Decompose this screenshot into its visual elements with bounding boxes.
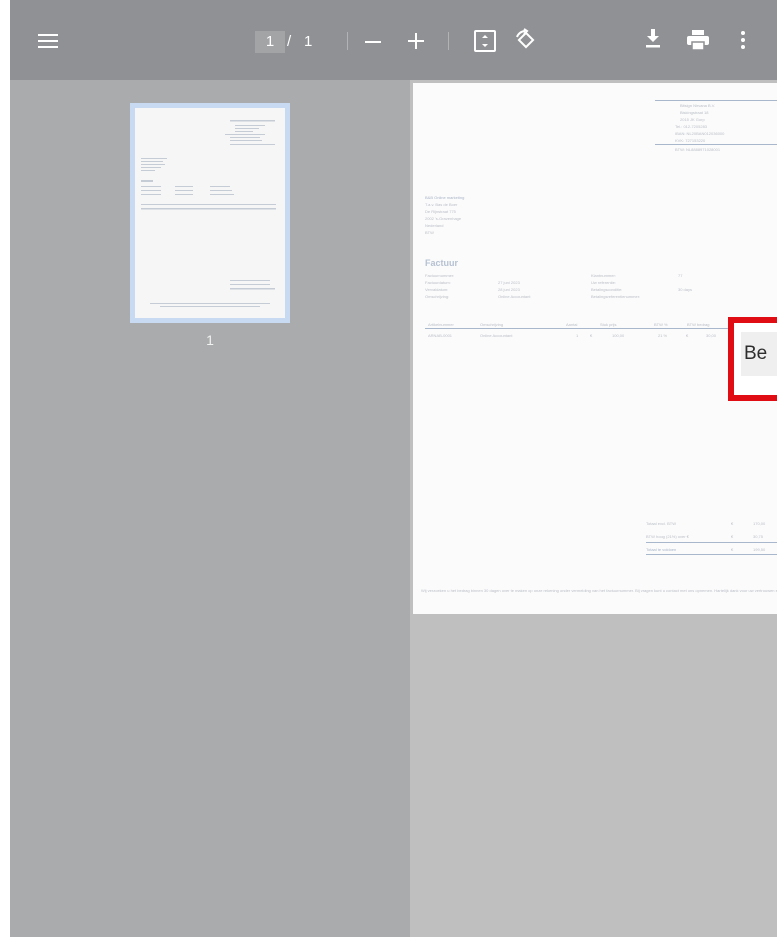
table-rule [425, 328, 731, 329]
total-label: Totaal excl. BTW [646, 521, 677, 526]
thumbnail-sidebar: 1 [10, 80, 410, 937]
company-name: Bitsign Nirvana B.V. [680, 103, 716, 108]
total-rule [646, 554, 777, 555]
total-currency: € [731, 547, 734, 552]
table-cell: € [686, 333, 689, 338]
meta-label: Betalingsconditie: [591, 287, 623, 292]
meta-value: Online Accountant [498, 294, 531, 299]
meta-value: 28 juni 2023 [498, 287, 520, 292]
header-rule [655, 144, 777, 145]
table-header: Aantal [566, 322, 578, 327]
total-value: 199,50 [753, 547, 766, 552]
page-number-input[interactable]: 1 [255, 31, 285, 53]
fit-page-icon[interactable] [474, 30, 496, 52]
page-thumbnail[interactable] [130, 103, 290, 323]
client-street: De Rijnstraat 775 [425, 209, 456, 214]
table-cell: € [590, 333, 593, 338]
thumbnail-page-preview [135, 108, 285, 318]
meta-label: Factuurdatum: [425, 280, 451, 285]
page-separator: / [287, 33, 292, 50]
company-kvk: KVK: 727153220 [675, 138, 706, 143]
client-city: 2002 's-Gravenhage [425, 216, 462, 221]
meta-value: 27 juni 2023 [498, 280, 520, 285]
company-phone: Tel.: 012-7205283 [675, 124, 708, 129]
meta-label: Uw referentie: [591, 280, 616, 285]
meta-label: Factuurnummer: [425, 273, 455, 278]
client-name: B&B Online marketing [425, 195, 465, 200]
total-rule [646, 542, 777, 543]
table-cell: ARNAB-0001 [428, 333, 453, 338]
total-value: 30,75 [753, 534, 764, 539]
table-cell: Online Accountant [480, 333, 513, 338]
company-btw: BTW: NL8888971028001 [675, 147, 721, 152]
rotate-icon[interactable] [513, 28, 537, 52]
toolbar-divider [448, 32, 449, 50]
invoice-footer: Wij verzoeken u het bedrag binnen 30 dag… [421, 588, 777, 593]
total-value: 170,00 [753, 521, 766, 526]
table-header: Omschrijving [480, 322, 504, 327]
client-contact: T.a.v. Bas de Boer [425, 202, 458, 207]
meta-value: 30 days [678, 287, 693, 292]
total-label: Totaal te voldoen [646, 547, 677, 552]
total-currency: € [731, 521, 734, 526]
meta-label: Vervaldatum: [425, 287, 449, 292]
download-icon[interactable] [644, 28, 662, 50]
meta-label: Betalingsreferentienummer: [591, 294, 641, 299]
document-page: Bitsign Nirvana B.V. Biskingstraat 18 20… [413, 83, 777, 614]
page-total: 1 [304, 33, 313, 50]
client-btw: BTW [425, 230, 434, 235]
zoom-in-icon[interactable] [408, 33, 424, 49]
total-currency: € [731, 534, 734, 539]
viewer-toolbar: 1 / 1 [10, 0, 777, 80]
header-rule [655, 100, 777, 101]
table-header: Stuk prijs [600, 322, 617, 327]
table-header: BTW bedrag [687, 322, 710, 327]
toolbar-divider [347, 32, 348, 50]
company-address: Biskingstraat 18 [680, 110, 709, 115]
highlight-box: Be [728, 317, 777, 401]
print-icon[interactable] [687, 30, 709, 51]
company-iban: IBAN: NL20BAN012036000 [675, 131, 725, 136]
menu-icon[interactable] [38, 34, 58, 48]
company-city: 2015 JK Gorp [680, 117, 705, 122]
total-label: BTW hoog (21%) over € [646, 534, 689, 539]
table-header: BTW % [654, 322, 668, 327]
meta-label: Omschrijving: [425, 294, 450, 299]
thumbnail-page-number: 1 [206, 332, 214, 348]
document-viewport[interactable]: Bitsign Nirvana B.V. Biskingstraat 18 20… [410, 80, 777, 937]
table-cell: 100,00 [612, 333, 625, 338]
pdf-viewer: 1 / 1 1 Bitsign Nirvana B.V. Biskingstra… [10, 0, 777, 937]
client-country: Nederland [425, 223, 444, 228]
more-icon[interactable] [741, 31, 745, 49]
table-cell: 30,00 [706, 333, 717, 338]
table-cell: 1 [576, 333, 579, 338]
tooltip-text: Be [741, 332, 777, 376]
table-cell: 21 % [658, 333, 668, 338]
meta-value: 77 [678, 273, 683, 278]
invoice-title: Factuur [425, 258, 459, 268]
zoom-out-icon[interactable] [365, 41, 381, 43]
meta-label: Klantnummer: [591, 273, 616, 278]
table-header: Artikelnummer [428, 322, 454, 327]
